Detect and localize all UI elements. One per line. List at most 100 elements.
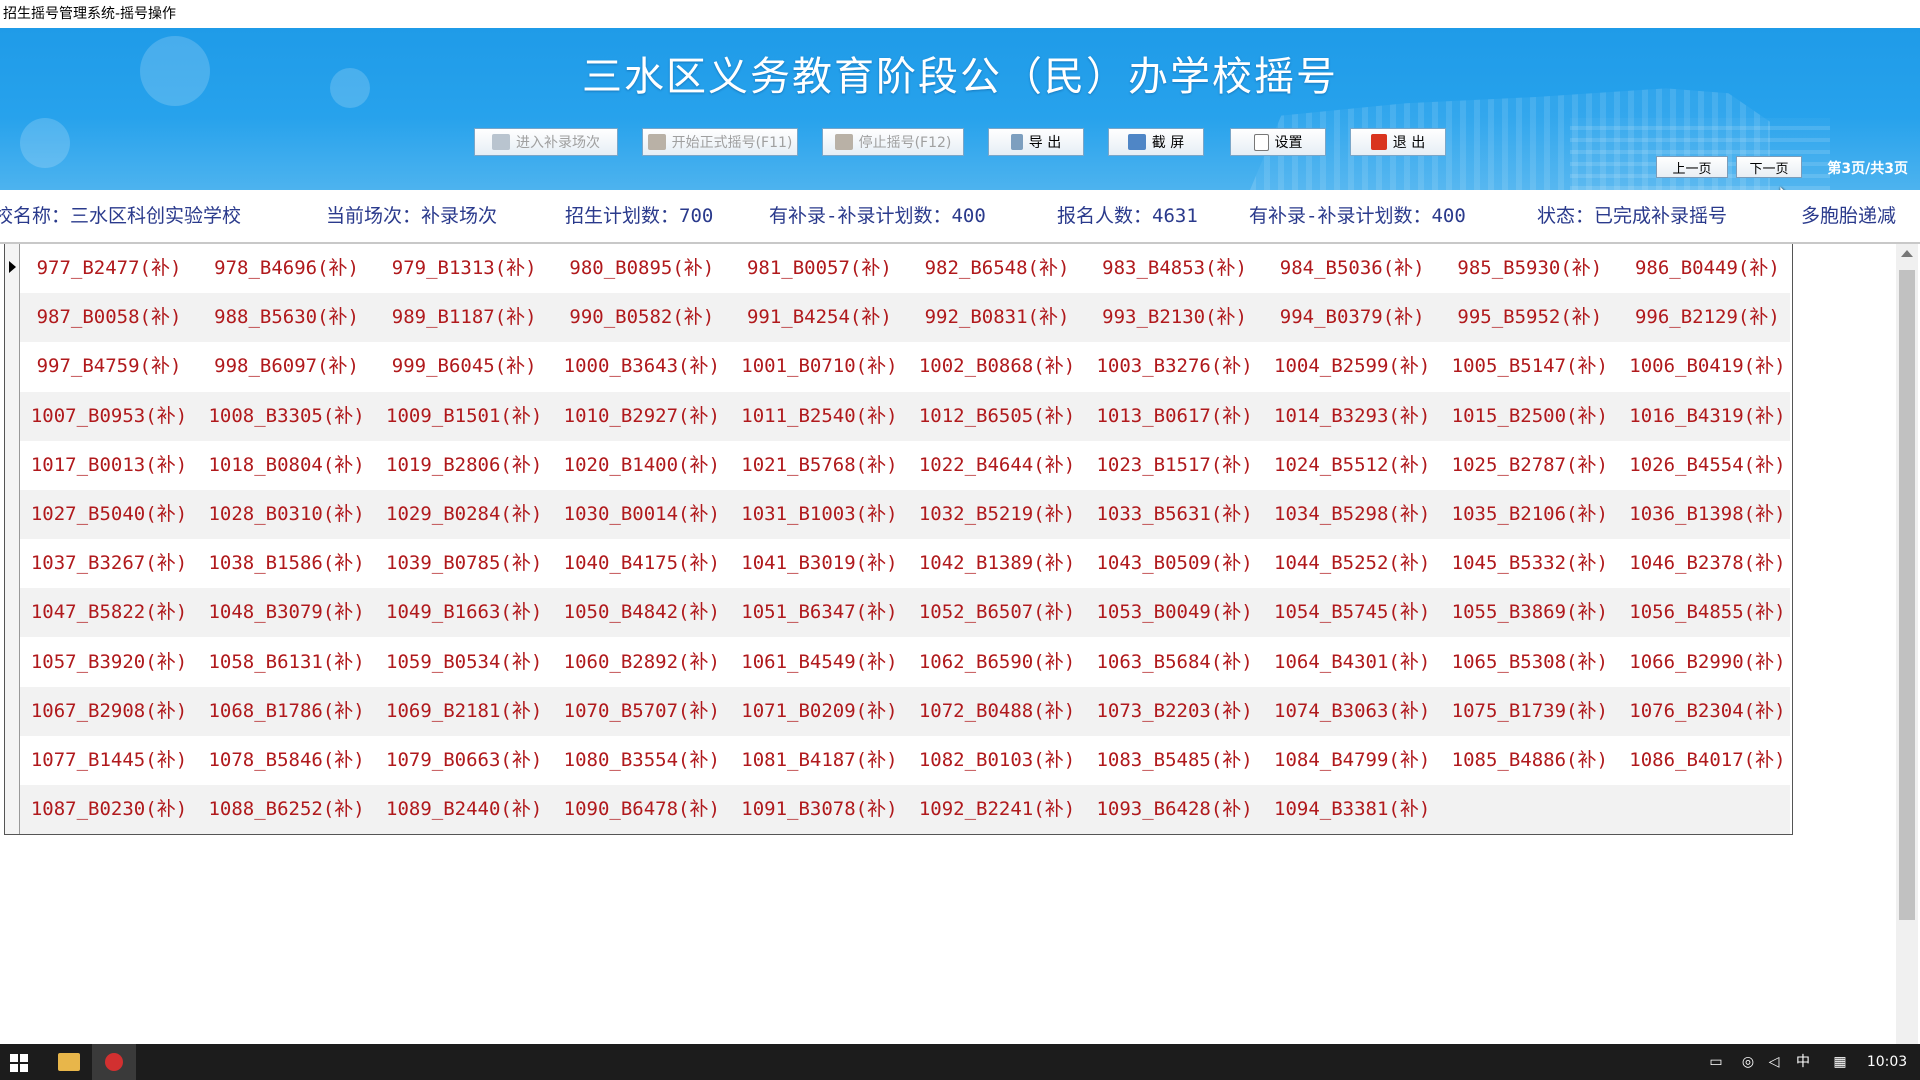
table-cell[interactable]: 993_B2130(补): [1086, 293, 1264, 342]
table-cell[interactable]: 1076_B2304(补): [1618, 687, 1796, 736]
table-cell[interactable]: 1087_B0230(补): [20, 785, 198, 834]
scrollbar-thumb[interactable]: [1899, 270, 1915, 920]
table-cell[interactable]: 1065_B5308(补): [1441, 638, 1619, 687]
table-cell[interactable]: 1003_B3276(补): [1086, 342, 1264, 391]
table-cell[interactable]: 1006_B0419(补): [1618, 342, 1796, 391]
table-row[interactable]: 987_B0058(补) 988_B5630(补) 989_B1187(补) 990_…: [20, 293, 1790, 343]
table-cell[interactable]: 981_B0057(补): [730, 244, 908, 293]
table-cell[interactable]: 1018_B0804(补): [198, 441, 376, 490]
battery-icon[interactable]: ▭: [1706, 1044, 1726, 1080]
table-cell[interactable]: 978_B4696(补): [198, 244, 376, 293]
table-row[interactable]: 1047_B5822(补) 1048_B3079(补) 1049_B1663(补) 1…: [20, 588, 1790, 638]
table-cell[interactable]: [1441, 785, 1619, 834]
table-cell[interactable]: 992_B0831(补): [908, 293, 1086, 342]
table-cell[interactable]: 999_B6045(补): [375, 342, 553, 391]
table-cell[interactable]: 1072_B0488(补): [908, 687, 1086, 736]
table-cell[interactable]: 1037_B3267(补): [20, 539, 198, 588]
table-row[interactable]: 1037_B3267(补) 1038_B1586(补) 1039_B0785(补) 1…: [20, 539, 1790, 588]
table-cell[interactable]: 1093_B6428(补): [1086, 785, 1264, 834]
table-cell[interactable]: 1075_B1739(补): [1441, 687, 1619, 736]
table-cell[interactable]: 1007_B0953(补): [20, 392, 198, 441]
table-cell[interactable]: 1044_B5252(补): [1263, 539, 1441, 588]
keyboard-icon[interactable]: ▦: [1830, 1044, 1850, 1080]
table-cell[interactable]: 1086_B4017(补): [1618, 736, 1796, 785]
screenshot-button[interactable]: 截 屏: [1108, 128, 1204, 156]
vertical-scrollbar[interactable]: [1896, 244, 1918, 1044]
table-cell[interactable]: 1024_B5512(补): [1263, 441, 1441, 490]
table-cell[interactable]: 989_B1187(补): [375, 293, 553, 342]
taskbar-app-button[interactable]: [92, 1044, 136, 1080]
table-cell[interactable]: 984_B5036(补): [1263, 244, 1441, 293]
table-cell[interactable]: 1049_B1663(补): [375, 588, 553, 637]
table-cell[interactable]: 985_B5930(补): [1441, 244, 1619, 293]
table-cell[interactable]: 1029_B0284(补): [375, 490, 553, 539]
table-cell[interactable]: 1074_B3063(补): [1263, 687, 1441, 736]
table-cell[interactable]: 1051_B6347(补): [730, 588, 908, 637]
table-cell[interactable]: 1031_B1003(补): [730, 490, 908, 539]
table-cell[interactable]: 1021_B5768(补): [730, 441, 908, 490]
table-cell[interactable]: 1047_B5822(补): [20, 588, 198, 637]
table-cell[interactable]: 986_B0449(补): [1618, 244, 1796, 293]
table-cell[interactable]: 994_B0379(补): [1263, 293, 1441, 342]
table-cell[interactable]: 1009_B1501(补): [375, 392, 553, 441]
table-cell[interactable]: 1052_B6507(补): [908, 588, 1086, 637]
table-cell[interactable]: 1082_B0103(补): [908, 736, 1086, 785]
table-cell[interactable]: 1025_B2787(补): [1441, 441, 1619, 490]
table-row[interactable]: 1007_B0953(补) 1008_B3305(补) 1009_B1501(补) 1…: [20, 391, 1790, 441]
table-cell[interactable]: 1028_B0310(补): [198, 490, 376, 539]
prev-page-button[interactable]: 上一页: [1656, 156, 1728, 178]
table-row[interactable]: 1057_B3920(补) 1058_B6131(补) 1059_B0534(补) 1…: [20, 638, 1790, 687]
result-grid[interactable]: 977_B2477(补) 978_B4696(补) 979_B1313(补) 980_…: [4, 244, 1793, 835]
next-page-button[interactable]: 下一页: [1736, 156, 1802, 178]
table-cell[interactable]: 1030_B0014(补): [553, 490, 731, 539]
table-cell[interactable]: 1013_B0617(补): [1086, 392, 1264, 441]
table-row[interactable]: 1017_B0013(补) 1018_B0804(补) 1019_B2806(补) 1…: [20, 441, 1790, 490]
table-cell[interactable]: 1073_B2203(补): [1086, 687, 1264, 736]
table-cell[interactable]: 1077_B1445(补): [20, 736, 198, 785]
table-row[interactable]: 977_B2477(补) 978_B4696(补) 979_B1313(补) 980_…: [20, 244, 1790, 293]
scroll-up-arrow-icon[interactable]: [1901, 250, 1913, 257]
table-cell[interactable]: 1004_B2599(补): [1263, 342, 1441, 391]
table-cell[interactable]: 1089_B2440(补): [375, 785, 553, 834]
table-cell[interactable]: 1040_B4175(补): [553, 539, 731, 588]
table-cell[interactable]: 1022_B4644(补): [908, 441, 1086, 490]
table-cell[interactable]: 1062_B6590(补): [908, 638, 1086, 687]
table-cell[interactable]: 1061_B4549(补): [730, 638, 908, 687]
stop-draw-button[interactable]: 停止摇号(F12): [822, 128, 964, 156]
table-cell[interactable]: 1060_B2892(补): [553, 638, 731, 687]
start-formal-draw-button[interactable]: 开始正式摇号(F11): [642, 128, 798, 156]
table-row[interactable]: 997_B4759(补) 998_B6097(补) 999_B6045(补) 1000…: [20, 342, 1790, 391]
table-cell[interactable]: 1046_B2378(补): [1618, 539, 1796, 588]
table-cell[interactable]: 1092_B2241(补): [908, 785, 1086, 834]
table-cell[interactable]: 1057_B3920(补): [20, 638, 198, 687]
table-cell[interactable]: 1020_B1400(补): [553, 441, 731, 490]
table-cell[interactable]: 1014_B3293(补): [1263, 392, 1441, 441]
table-cell[interactable]: 1011_B2540(补): [730, 392, 908, 441]
table-cell[interactable]: 1035_B2106(补): [1441, 490, 1619, 539]
table-cell[interactable]: 1015_B2500(补): [1441, 392, 1619, 441]
table-cell[interactable]: 1068_B1786(补): [198, 687, 376, 736]
table-cell[interactable]: 1084_B4799(补): [1263, 736, 1441, 785]
table-cell[interactable]: 1034_B5298(补): [1263, 490, 1441, 539]
table-cell[interactable]: 1012_B6505(补): [908, 392, 1086, 441]
table-cell[interactable]: 1033_B5631(补): [1086, 490, 1264, 539]
table-cell[interactable]: 1041_B3019(补): [730, 539, 908, 588]
table-cell[interactable]: 983_B4853(补): [1086, 244, 1264, 293]
table-cell[interactable]: 1053_B0049(补): [1086, 588, 1264, 637]
windows-start-icon[interactable]: [10, 1054, 28, 1072]
table-cell[interactable]: 1094_B3381(补): [1263, 785, 1441, 834]
table-cell[interactable]: 995_B5952(补): [1441, 293, 1619, 342]
table-cell[interactable]: 1005_B5147(补): [1441, 342, 1619, 391]
table-cell[interactable]: 991_B4254(补): [730, 293, 908, 342]
table-cell[interactable]: 990_B0582(补): [553, 293, 731, 342]
table-cell[interactable]: 1001_B0710(补): [730, 342, 908, 391]
table-cell[interactable]: 1090_B6478(补): [553, 785, 731, 834]
table-cell[interactable]: 1027_B5040(补): [20, 490, 198, 539]
table-cell[interactable]: 1043_B0509(补): [1086, 539, 1264, 588]
table-cell[interactable]: 1091_B3078(补): [730, 785, 908, 834]
table-cell[interactable]: 1002_B0868(补): [908, 342, 1086, 391]
table-cell[interactable]: 1042_B1389(补): [908, 539, 1086, 588]
table-cell[interactable]: [1618, 785, 1796, 834]
table-row[interactable]: 1077_B1445(补) 1078_B5846(补) 1079_B0663(补) 1…: [20, 736, 1790, 785]
table-cell[interactable]: 1080_B3554(补): [553, 736, 731, 785]
